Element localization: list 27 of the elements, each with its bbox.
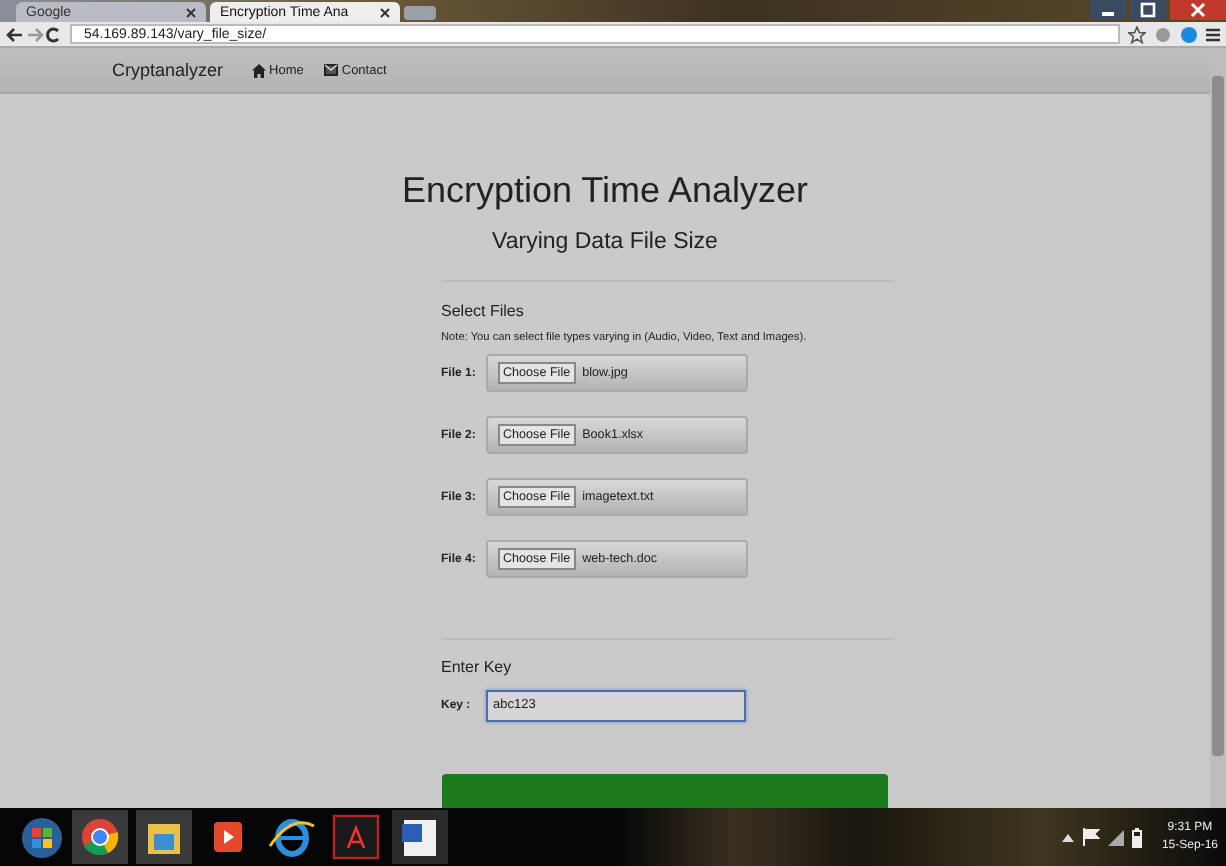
- close-icon: [1190, 2, 1206, 18]
- close-icon[interactable]: [380, 7, 390, 17]
- show-hidden-icons[interactable]: [1061, 832, 1074, 842]
- flag-icon[interactable]: [1081, 828, 1100, 846]
- close-icon[interactable]: [186, 7, 196, 17]
- section-title: Enter Key: [441, 658, 514, 676]
- maximize-button[interactable]: [1130, 0, 1166, 20]
- battery-icon[interactable]: [1131, 827, 1142, 847]
- navigation-arrows-icon[interactable]: [6, 25, 62, 43]
- folder-icon[interactable]: [136, 810, 192, 864]
- minimize-button[interactable]: [1090, 0, 1126, 20]
- envelope-icon: [323, 64, 338, 76]
- star-icon[interactable]: [1128, 25, 1146, 43]
- scrollbar[interactable]: [1210, 48, 1226, 808]
- page-title: Encryption Time Analyzer: [401, 170, 809, 212]
- menu-icon[interactable]: [1206, 25, 1220, 43]
- browser-icon[interactable]: [72, 810, 128, 864]
- section-title: Select Files: [441, 302, 526, 320]
- home-icon: [251, 63, 266, 77]
- close-button[interactable]: [1170, 0, 1226, 20]
- word-processor-icon[interactable]: [392, 810, 448, 864]
- network-signal-icon[interactable]: [1107, 829, 1124, 845]
- maximize-icon: [1140, 2, 1156, 18]
- pdf-reader-icon[interactable]: [328, 810, 384, 864]
- brand-link[interactable]: Cryptanalyzer: [112, 60, 224, 80]
- page-subtitle: Varying Data File Size: [492, 230, 718, 254]
- start-icon[interactable]: [20, 815, 64, 859]
